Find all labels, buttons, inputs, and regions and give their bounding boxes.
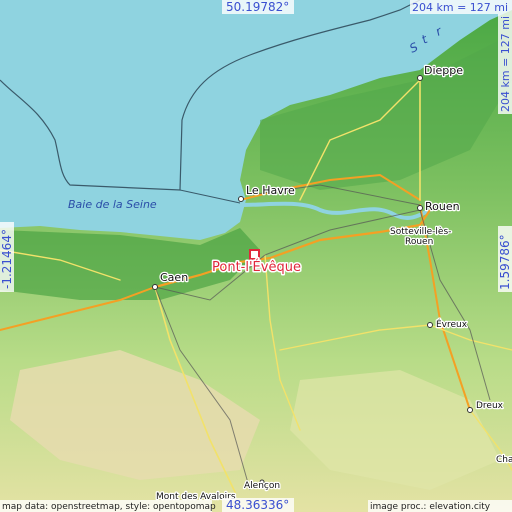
city-label-dreux[interactable]: Dreux	[475, 400, 505, 413]
city-label-cha[interactable]: Cha	[495, 454, 512, 467]
city-label-sotteville[interactable]: Sotteville-lès-	[389, 225, 453, 239]
west-coordinate: -1.21464°	[0, 229, 14, 289]
city-label-le-havre[interactable]: Le Havre	[245, 183, 297, 199]
featured-place-label[interactable]: Pont-l'Évêque	[211, 258, 303, 277]
scale-horizontal: 204 km = 127 mi	[412, 1, 508, 14]
city-label-sotteville-line2[interactable]: Rouen	[404, 236, 435, 249]
scale-vertical: 204 km = 127 mi	[499, 16, 512, 112]
attribution-left: map data: openstreetmap, style: opentopo…	[2, 502, 216, 512]
bay-label: Baie de la Seine	[68, 198, 157, 211]
south-coordinate: 48.36336°	[226, 498, 289, 512]
city-label-evreux[interactable]: Évreux	[435, 317, 469, 332]
city-label-caen[interactable]: Caen	[159, 270, 190, 286]
east-coordinate: 1.59786°	[498, 234, 512, 290]
city-label-alencon[interactable]: Alençon	[243, 480, 282, 493]
attribution-right: image proc.: elevation.city	[370, 502, 491, 512]
city-label-rouen[interactable]: Rouen	[424, 199, 461, 215]
city-label-dieppe[interactable]: Dieppe	[423, 63, 465, 79]
featured-place-marker[interactable]	[249, 249, 260, 260]
north-coordinate: 50.19782°	[226, 0, 289, 14]
terrain-map[interactable]: Baie de la Seine S t r Dieppe Le Havre R…	[0, 0, 512, 512]
